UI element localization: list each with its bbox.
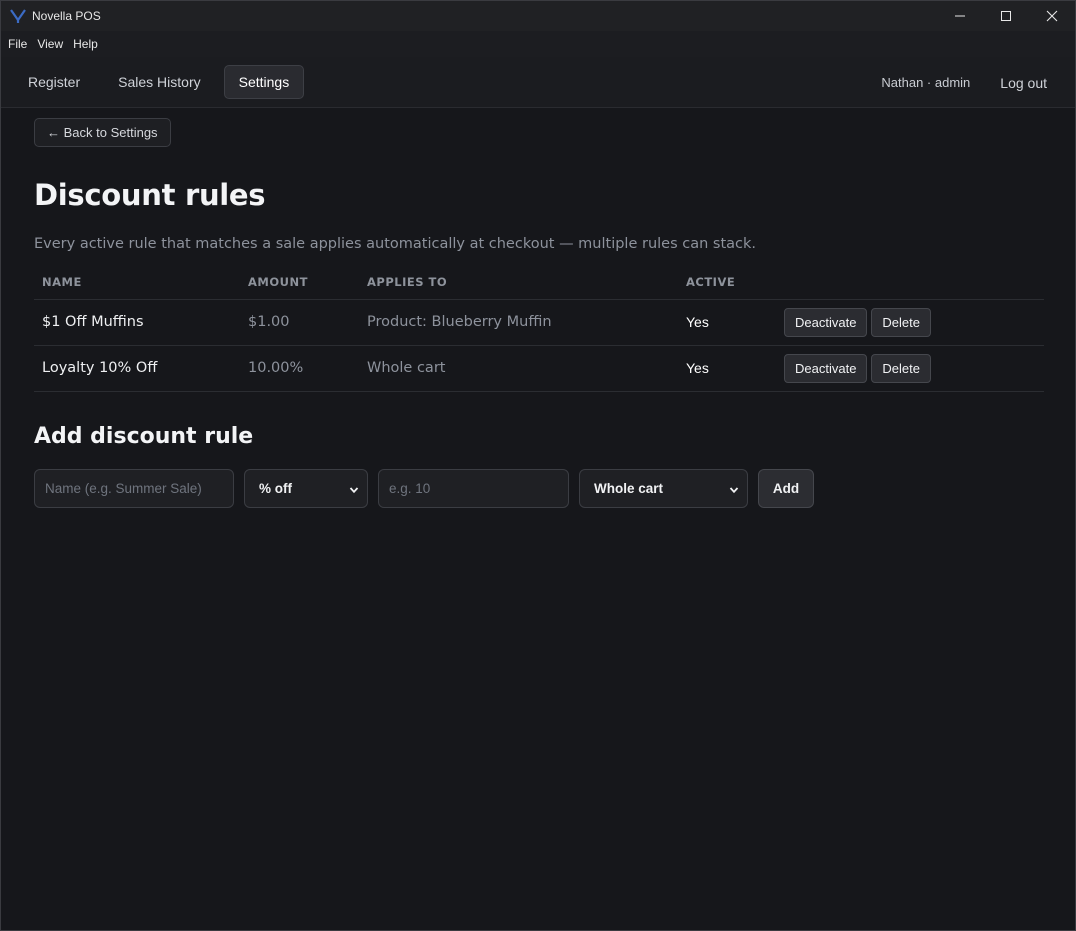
deactivate-button[interactable]: Deactivate bbox=[784, 307, 868, 337]
add-rule-form: Name (e.g. Summer Sale) % off e.g. 10 Wh… bbox=[34, 468, 1042, 508]
rule-active-status: Yes bbox=[678, 299, 776, 346]
rule-amount: 10.00% bbox=[240, 345, 359, 392]
nav-user-area: Nathan · admin Log out bbox=[881, 57, 1061, 108]
discount-amount-input[interactable]: e.g. 10 bbox=[378, 468, 569, 508]
rule-applies-to: Whole cart bbox=[359, 345, 678, 392]
chevron-down-icon bbox=[729, 483, 739, 498]
deactivate-button[interactable]: Deactivate bbox=[784, 353, 868, 383]
rule-name: $1 Off Muffins bbox=[34, 299, 240, 346]
maximize-button[interactable] bbox=[983, 1, 1029, 31]
page-title: Discount rules bbox=[34, 178, 266, 212]
title-bar: Novella POS bbox=[1, 1, 1075, 31]
tab-sales-history[interactable]: Sales History bbox=[103, 65, 215, 99]
rule-applies-to: Product: Blueberry Muffin bbox=[359, 299, 678, 346]
discount-amount-placeholder: e.g. 10 bbox=[389, 480, 431, 496]
logout-button[interactable]: Log out bbox=[986, 67, 1061, 99]
menu-view[interactable]: View bbox=[33, 37, 67, 51]
rule-amount: $1.00 bbox=[240, 299, 359, 346]
column-header-actions bbox=[776, 274, 1044, 300]
delete-button[interactable]: Delete bbox=[871, 307, 931, 337]
rule-name-input[interactable]: Name (e.g. Summer Sale) bbox=[34, 468, 234, 508]
current-user-label: Nathan · admin bbox=[881, 75, 971, 90]
rule-name: Loyalty 10% Off bbox=[34, 345, 240, 392]
window-title: Novella POS bbox=[32, 9, 101, 23]
add-rule-button[interactable]: Add bbox=[758, 468, 814, 508]
table-row: $1 Off Muffins $1.00 Product: Blueberry … bbox=[34, 299, 1044, 346]
rule-actions: Deactivate Delete bbox=[776, 345, 1044, 392]
rule-active-status: Yes bbox=[678, 345, 776, 392]
tab-settings[interactable]: Settings bbox=[223, 65, 305, 99]
page-content: ← Back to Settings Discount rules Every … bbox=[1, 108, 1075, 508]
column-header-active: ACTIVE bbox=[678, 274, 776, 300]
back-to-settings-button[interactable]: ← Back to Settings bbox=[34, 118, 171, 147]
menu-bar: File View Help bbox=[1, 31, 1075, 57]
close-button[interactable] bbox=[1029, 1, 1075, 31]
maximize-icon bbox=[1001, 11, 1011, 21]
minimize-button[interactable] bbox=[937, 1, 983, 31]
app-window: Novella POS File View Help Register Sale… bbox=[0, 0, 1076, 931]
add-rule-heading: Add discount rule bbox=[34, 423, 254, 449]
rule-actions: Deactivate Delete bbox=[776, 299, 1044, 346]
chevron-down-icon bbox=[349, 483, 359, 498]
table-header-row: NAME AMOUNT APPLIES TO ACTIVE bbox=[34, 274, 1044, 300]
column-header-name: NAME bbox=[34, 274, 240, 300]
menu-help[interactable]: Help bbox=[69, 37, 102, 51]
rule-name-placeholder: Name (e.g. Summer Sale) bbox=[45, 480, 202, 496]
discount-type-select[interactable]: % off bbox=[244, 468, 368, 508]
column-header-applies-to: APPLIES TO bbox=[359, 274, 678, 300]
column-header-amount: AMOUNT bbox=[240, 274, 359, 300]
close-icon bbox=[1046, 10, 1058, 22]
window-controls bbox=[937, 1, 1075, 31]
delete-button[interactable]: Delete bbox=[871, 353, 931, 383]
applies-to-select[interactable]: Whole cart bbox=[579, 468, 748, 508]
app-logo-icon bbox=[10, 8, 26, 24]
discount-type-value: % off bbox=[259, 480, 292, 496]
main-nav: Register Sales History Settings Nathan ·… bbox=[1, 57, 1075, 108]
discount-rules-table: NAME AMOUNT APPLIES TO ACTIVE $1 Off Muf… bbox=[34, 274, 1044, 392]
applies-to-value: Whole cart bbox=[594, 480, 664, 496]
table-row: Loyalty 10% Off 10.00% Whole cart Yes De… bbox=[34, 345, 1044, 392]
minimize-icon bbox=[955, 15, 965, 17]
menu-file[interactable]: File bbox=[4, 37, 31, 51]
page-description: Every active rule that matches a sale ap… bbox=[34, 236, 757, 252]
tab-register[interactable]: Register bbox=[13, 65, 95, 99]
